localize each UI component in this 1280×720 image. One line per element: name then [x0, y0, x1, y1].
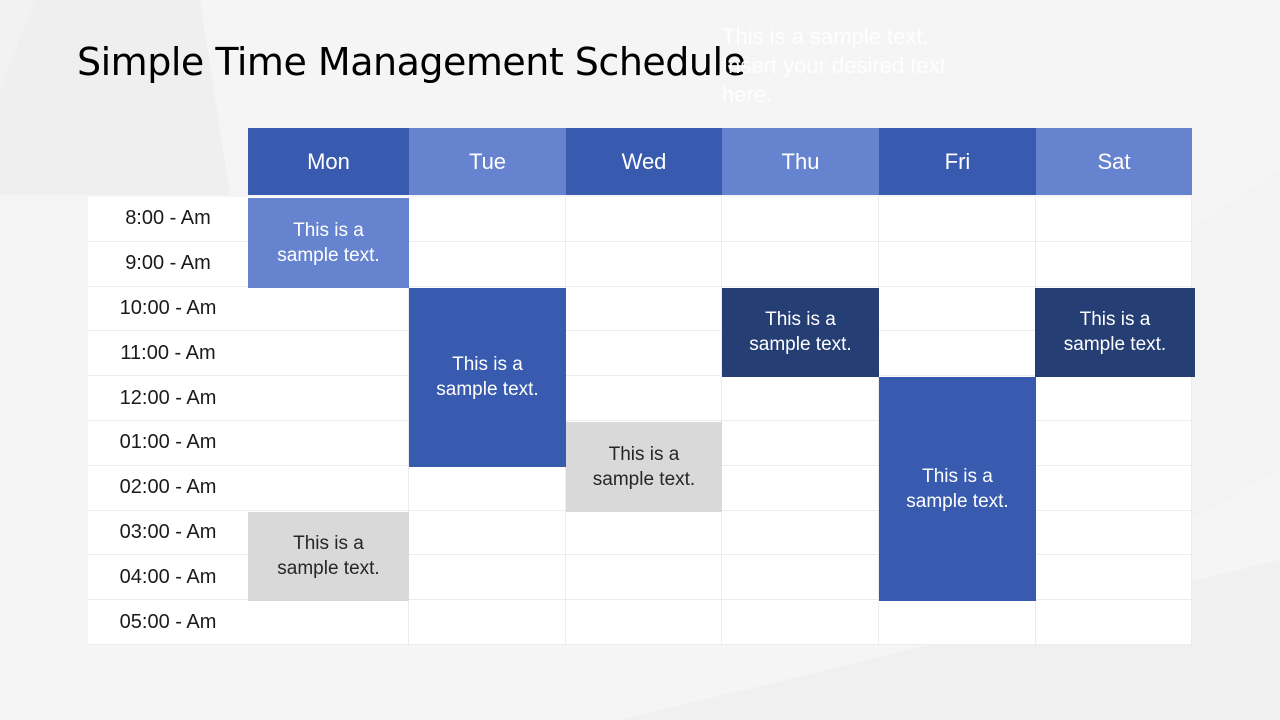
schedule-cell[interactable] — [1036, 555, 1192, 601]
time-label: 03:00 - Am — [88, 510, 248, 556]
time-label: 12:00 - Am — [88, 376, 248, 421]
schedule-cell[interactable] — [1036, 197, 1192, 242]
day-header-thu[interactable]: Thu — [722, 128, 879, 195]
schedule-cell[interactable] — [722, 376, 879, 421]
event-block-fri[interactable]: This is a sample text. — [879, 377, 1036, 602]
schedule-cell[interactable] — [409, 465, 566, 511]
event-block-tue[interactable]: This is a sample text. — [409, 287, 566, 467]
time-label: 02:00 - Am — [88, 465, 248, 511]
page-title: Simple Time Management Schedule — [77, 40, 746, 84]
background-shape-corner — [0, 0, 35, 90]
background-shape-right — [1190, 170, 1280, 520]
schedule-cell[interactable] — [566, 197, 722, 242]
schedule-cell[interactable] — [722, 555, 879, 601]
event-text: This is a sample text. — [749, 309, 852, 356]
schedule-cell[interactable] — [722, 241, 879, 287]
time-label: 8:00 - Am — [88, 197, 248, 242]
schedule-cell[interactable] — [879, 286, 1036, 332]
placeholder-text-box[interactable]: This is a sample text. Insert your desir… — [722, 22, 982, 109]
schedule-cell[interactable] — [1036, 241, 1192, 287]
event-block-wed[interactable]: This is a sample text. — [566, 422, 722, 512]
schedule-cell[interactable] — [566, 241, 722, 287]
schedule-cell[interactable] — [248, 376, 409, 421]
schedule-cell[interactable] — [1036, 465, 1192, 511]
schedule-cell[interactable] — [566, 600, 722, 645]
schedule-cell[interactable] — [248, 600, 409, 645]
schedule-cell[interactable] — [409, 555, 566, 601]
day-header-fri[interactable]: Fri — [879, 128, 1036, 195]
schedule-cell[interactable] — [879, 197, 1036, 242]
schedule-cell[interactable] — [566, 286, 722, 332]
schedule-cell[interactable] — [879, 600, 1036, 645]
event-text: This is a sample text. — [277, 533, 380, 580]
time-label: 01:00 - Am — [88, 421, 248, 466]
schedule-cell[interactable] — [1036, 510, 1192, 556]
schedule-cell[interactable] — [566, 331, 722, 377]
event-block-mon[interactable]: This is a sample text. — [248, 198, 409, 288]
event-block-mon[interactable]: This is a sample text. — [248, 511, 409, 602]
schedule-cell[interactable] — [1036, 376, 1192, 421]
schedule-cell[interactable] — [566, 510, 722, 556]
time-label: 04:00 - Am — [88, 555, 248, 601]
schedule-cell[interactable] — [722, 600, 879, 645]
day-header-tue[interactable]: Tue — [409, 128, 566, 195]
schedule-cell[interactable] — [248, 421, 409, 466]
day-header-wed[interactable]: Wed — [566, 128, 722, 195]
schedule-cell[interactable] — [1036, 600, 1192, 645]
schedule-cell[interactable] — [722, 421, 879, 466]
schedule-cell[interactable] — [722, 465, 879, 511]
event-text: This is a sample text. — [906, 466, 1009, 513]
day-header-sat[interactable]: Sat — [1036, 128, 1192, 195]
schedule-cell[interactable] — [409, 197, 566, 242]
schedule-cell[interactable] — [409, 600, 566, 645]
time-label: 10:00 - Am — [88, 286, 248, 332]
time-label: 11:00 - Am — [88, 331, 248, 377]
schedule-cell[interactable] — [248, 331, 409, 377]
event-text: This is a sample text. — [277, 219, 380, 266]
time-label: 05:00 - Am — [88, 600, 248, 645]
schedule-cell[interactable] — [879, 331, 1036, 377]
schedule-cell[interactable] — [879, 241, 1036, 287]
schedule-cell[interactable] — [248, 286, 409, 332]
event-text: This is a sample text. — [1063, 309, 1167, 356]
schedule-cell[interactable] — [409, 241, 566, 287]
schedule-cell[interactable] — [566, 555, 722, 601]
schedule-cell[interactable] — [248, 465, 409, 511]
schedule-cell[interactable] — [1036, 421, 1192, 466]
schedule-cell[interactable] — [722, 197, 879, 242]
event-text: This is a sample text. — [592, 443, 696, 490]
event-text: This is a sample text. — [436, 354, 539, 401]
time-label: 9:00 - Am — [88, 241, 248, 287]
schedule-cell[interactable] — [566, 376, 722, 421]
schedule-cell[interactable] — [409, 510, 566, 556]
event-block-sat[interactable]: This is a sample text. — [1035, 287, 1195, 378]
event-block-thu[interactable]: This is a sample text. — [722, 287, 879, 378]
schedule-cell[interactable] — [722, 510, 879, 556]
background-shape-left — [0, 0, 230, 195]
day-header-mon[interactable]: Mon — [248, 128, 409, 195]
